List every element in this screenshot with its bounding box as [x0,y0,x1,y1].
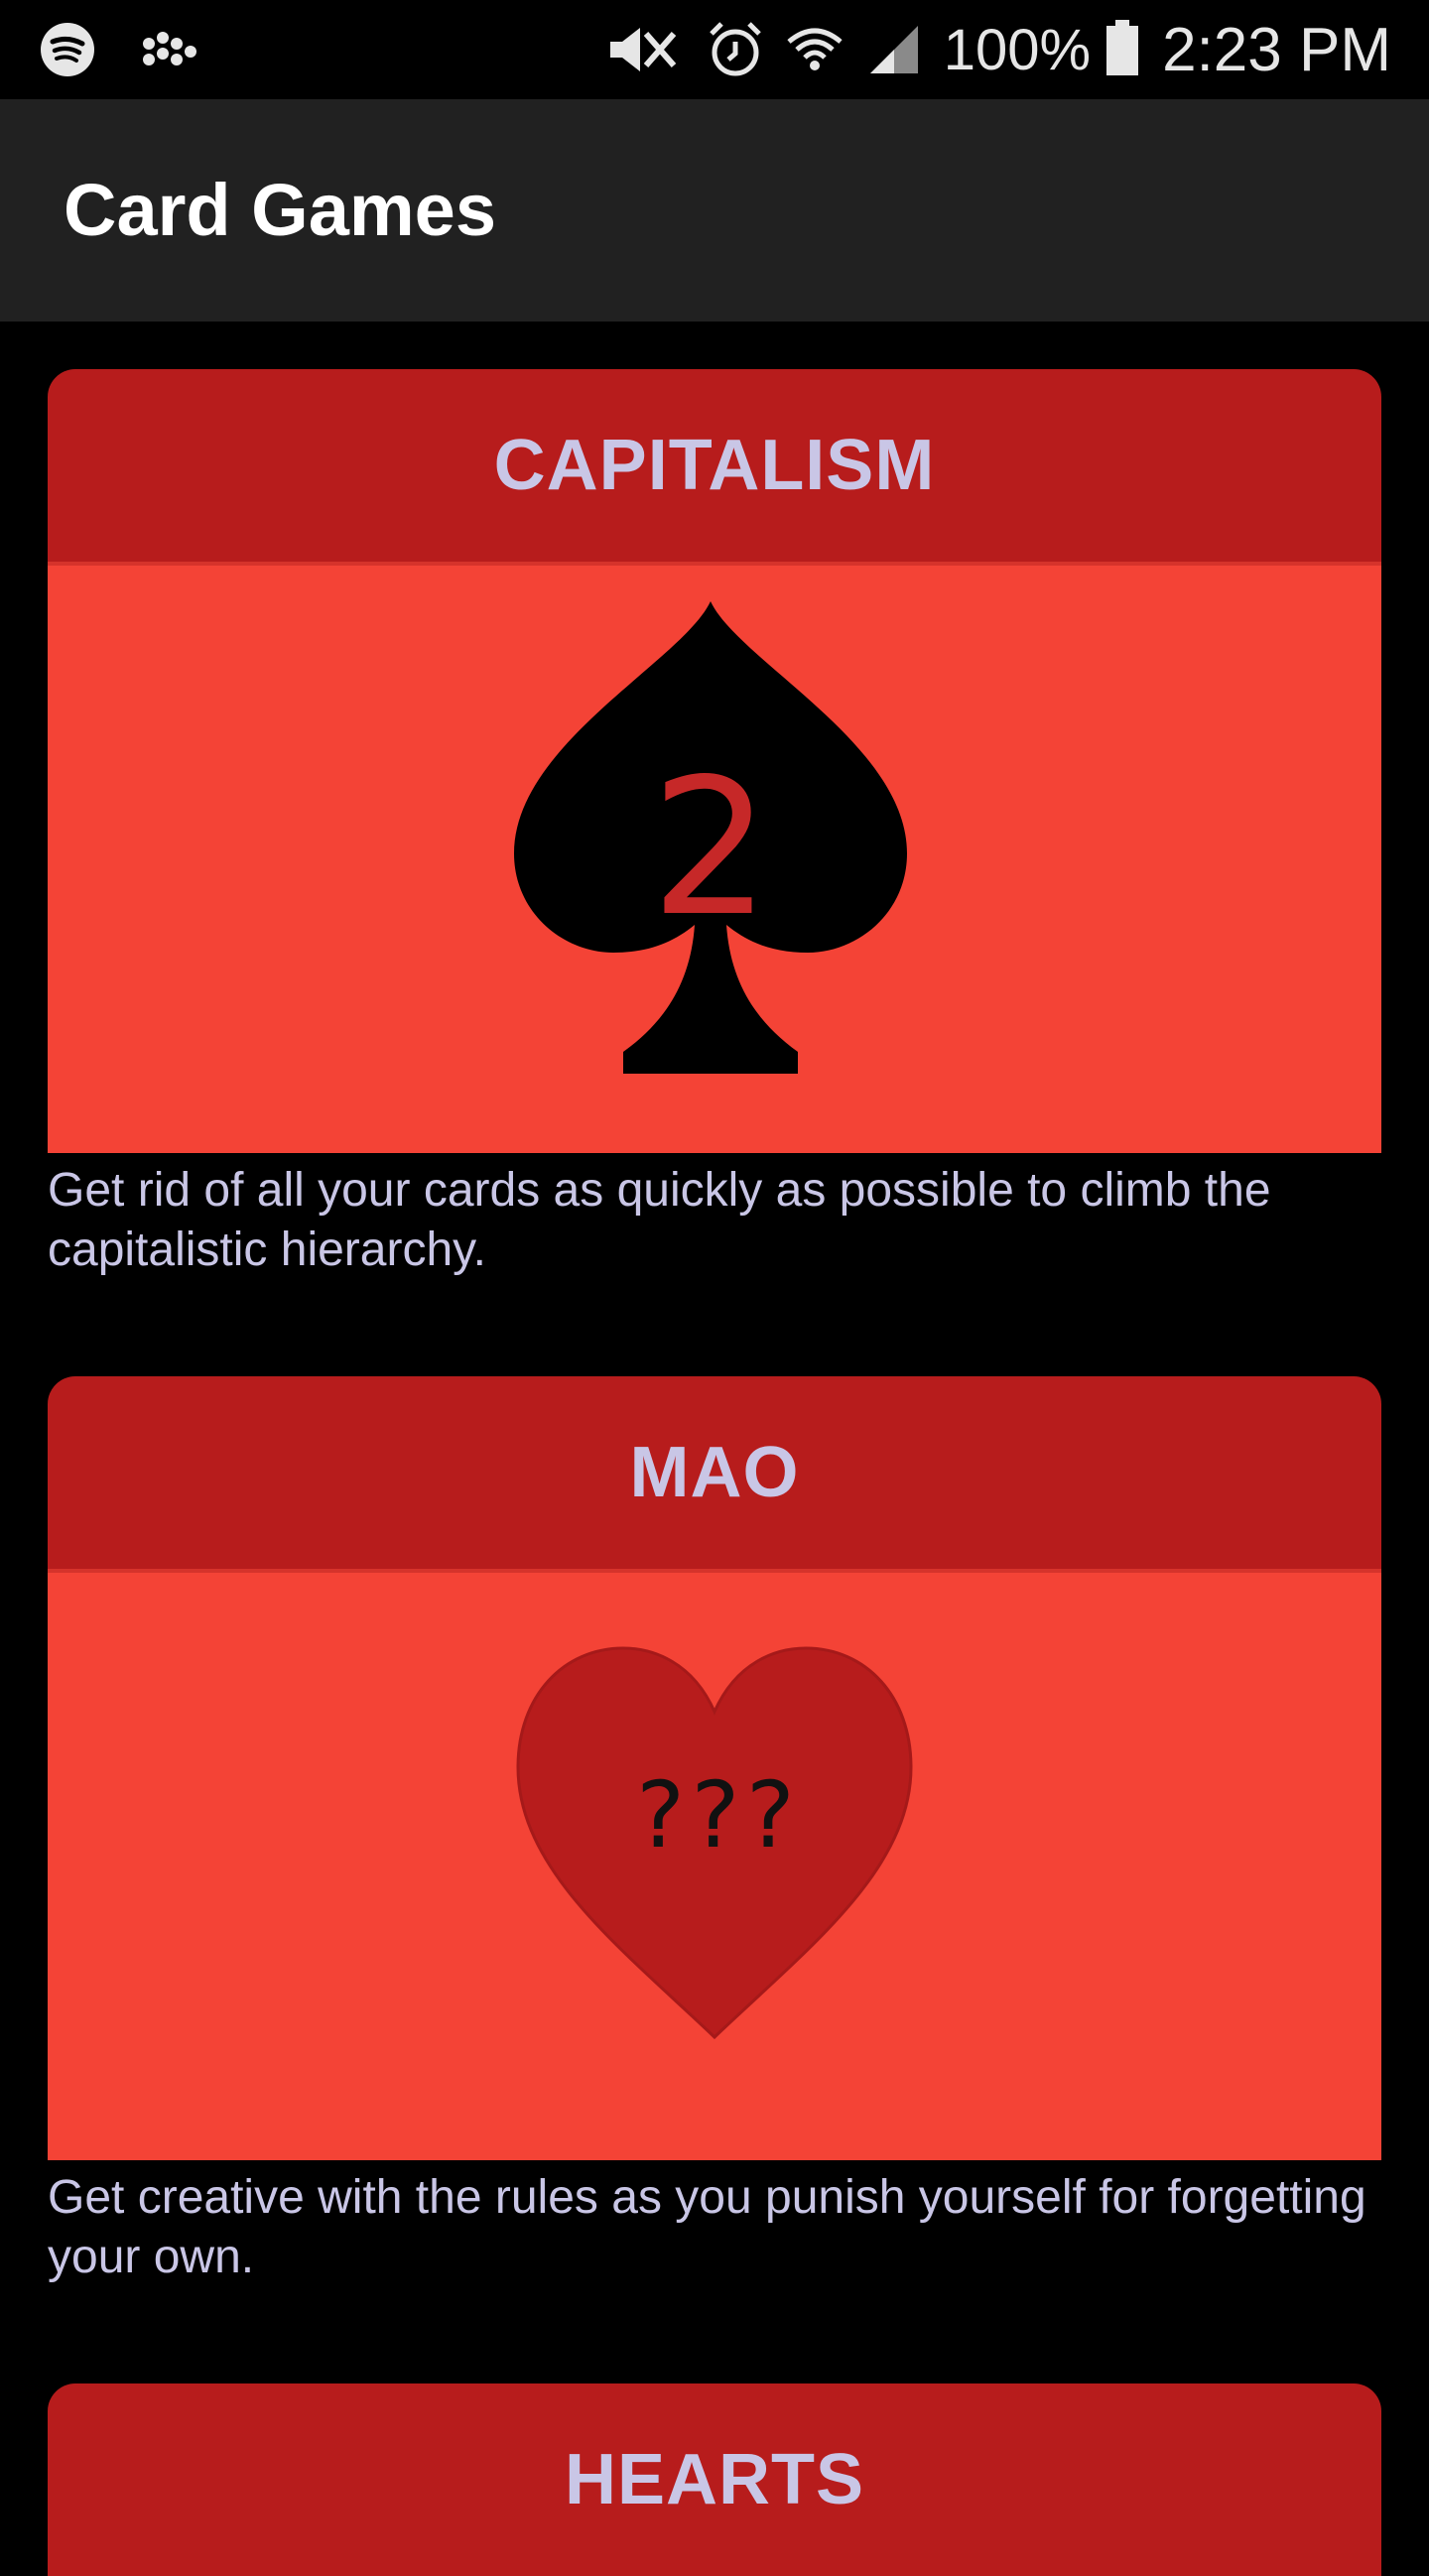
dots-app-icon [139,30,198,74]
status-time: 2:23 PM [1162,15,1391,84]
game-card-description: Get rid of all your cards as quickly as … [48,1164,1271,1276]
status-right-icons: 100% 2:23 PM [606,14,1391,85]
game-card-title: HEARTS [48,2383,1381,2576]
app-title: Card Games [64,169,496,251]
spotify-icon [40,22,95,82]
game-card-mao[interactable]: MAO ??? Get creative with the rules as y… [48,1376,1381,2287]
game-card-hearts[interactable]: HEARTS [48,2383,1381,2576]
alarm-icon [708,20,763,79]
signal-icon [866,22,922,77]
mute-icon [606,20,686,79]
game-card-image: 2 [48,562,1381,1153]
heart-icon: ??? [516,1646,913,2040]
game-card-capitalism[interactable]: CAPITALISM 2 Get rid of all your cards a… [48,369,1381,1280]
game-card-description: Get creative with the rules as you punis… [48,2171,1366,2283]
spade-icon: 2 [514,601,907,1074]
battery-icon [1104,18,1140,82]
game-card-title: CAPITALISM [48,369,1381,562]
game-card-title: MAO [48,1376,1381,1569]
status-bar: 100% 2:23 PM [0,0,1429,99]
spade-number: 2 [651,738,771,958]
wifi-icon [785,20,844,79]
battery-percent: 100% [943,17,1092,82]
status-left-icons [40,22,198,82]
game-card-image: ??? [48,1569,1381,2160]
heart-question-text: ??? [632,1762,797,1868]
